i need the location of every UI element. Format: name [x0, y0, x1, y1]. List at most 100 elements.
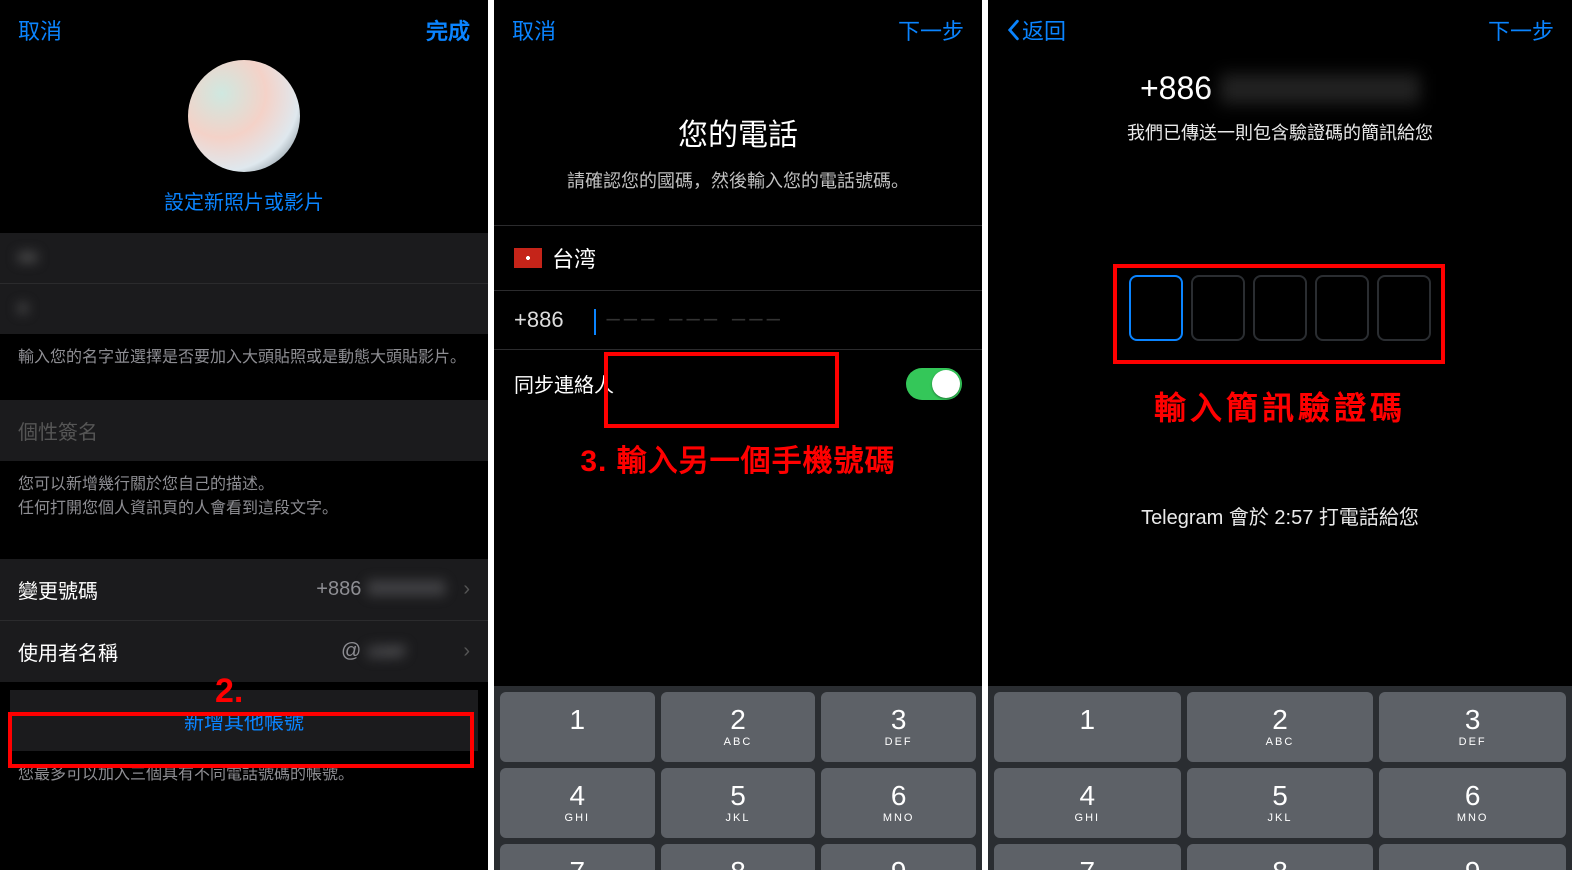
key-number: 4 [1080, 782, 1096, 810]
screen-phone-entry: 取消 下一步 您的電話 請確認您的國碼，然後輸入您的電話號碼。 台湾 +886 … [494, 0, 982, 870]
key-number: 9 [1465, 858, 1481, 870]
text-cursor [594, 309, 596, 335]
keypad-4[interactable]: 4 GHI [994, 768, 1181, 838]
chevron-left-icon [1006, 19, 1020, 41]
country-selector[interactable]: 台湾 [494, 225, 982, 291]
keypad-3[interactable]: 3 DEF [821, 692, 976, 762]
phone-prefix: +886 [1140, 70, 1212, 107]
phone-input[interactable]: ––– ––– ––– [594, 305, 962, 335]
phone-display: +886 [988, 70, 1572, 107]
sync-label: 同步連絡人 [514, 369, 614, 398]
page-title: 您的電話 [494, 110, 982, 154]
key-number: 3 [891, 706, 907, 734]
change-number-value: +8860000000 › [316, 578, 470, 601]
nav-bar: 取消 完成 [0, 0, 488, 60]
keypad-6[interactable]: 6MNO [821, 768, 976, 838]
name-hint: 輸入您的名字並選擇是否要加入大頭貼照或是動態大頭貼影片。 [0, 334, 488, 382]
username-value: @user › [341, 640, 470, 663]
key-letters: MNO [1457, 812, 1489, 824]
name-group: ■■ ■ [0, 233, 488, 334]
nav-bar: 返回 下一步 [988, 0, 1572, 60]
nav-bar: 取消 下一步 [494, 0, 982, 60]
bio-group: 個性簽名 [0, 400, 488, 461]
keypad-9[interactable]: 9WXYZ [1379, 844, 1566, 870]
keypad-8[interactable]: 8TUV [1187, 844, 1374, 870]
key-number: 9 [891, 858, 907, 870]
telegram-call-text: Telegram 會於 2:57 打電話給您 [988, 501, 1572, 530]
key-letters: GHI [1075, 812, 1101, 824]
keypad-2[interactable]: 2 ABC [1187, 692, 1374, 762]
code-digit-5[interactable] [1377, 275, 1431, 341]
last-name-field[interactable]: ■ [0, 283, 488, 334]
keypad-1[interactable]: 1 [500, 692, 655, 762]
key-number: 7 [1080, 858, 1096, 870]
key-number: 5 [730, 782, 746, 810]
key-number: 3 [1465, 706, 1481, 734]
done-button[interactable]: 完成 [426, 14, 470, 46]
set-photo-button[interactable]: 設定新照片或影片 [164, 186, 324, 215]
keypad-9[interactable]: 9WXYZ [821, 844, 976, 870]
chevron-right-icon: › [463, 578, 470, 601]
last-name-value: ■ [18, 300, 28, 318]
key-letters: GHI [565, 812, 591, 824]
key-number: 6 [891, 782, 907, 810]
code-digit-1[interactable] [1129, 275, 1183, 341]
key-number: 8 [1272, 858, 1288, 870]
annotation-step-2: 2. [215, 672, 243, 711]
avatar-section: 設定新照片或影片 [0, 60, 488, 215]
change-number-row[interactable]: 變更號碼 +8860000000 › [0, 559, 488, 620]
key-letters: DEF [885, 736, 913, 748]
first-name-field[interactable]: ■■ [0, 233, 488, 283]
cancel-button[interactable]: 取消 [512, 14, 556, 46]
keypad-1[interactable]: 1 [994, 692, 1181, 762]
phone-placeholder: ––– ––– ––– [606, 305, 783, 332]
keypad-2[interactable]: 2 ABC [661, 692, 816, 762]
phone-redacted [1220, 74, 1420, 104]
annotation-step-3: 3. 輸入另一個手機號碼 [494, 436, 982, 480]
username-label: 使用者名稱 [18, 637, 118, 666]
add-account-button[interactable]: 新增其他帳號 [10, 690, 478, 751]
keypad-4[interactable]: 4 GHI [500, 768, 655, 838]
taiwan-flag-icon [514, 248, 542, 268]
phone-row: +886 ––– ––– ––– [494, 291, 982, 350]
key-number: 8 [730, 858, 746, 870]
username-row[interactable]: 使用者名稱 @user › [0, 620, 488, 682]
code-digit-3[interactable] [1253, 275, 1307, 341]
code-input-group[interactable] [988, 275, 1572, 341]
avatar-image[interactable] [188, 60, 300, 172]
add-account-hint: 您最多可以加入三個具有不同電話號碼的帳號。 [0, 751, 488, 799]
key-number: 1 [1080, 706, 1096, 734]
key-number: 6 [1465, 782, 1481, 810]
change-number-label: 變更號碼 [18, 575, 98, 604]
key-number: 2 [1272, 706, 1288, 734]
country-name: 台湾 [552, 242, 596, 274]
key-number: 4 [570, 782, 586, 810]
back-button[interactable]: 返回 [1006, 14, 1066, 46]
key-letters: ABC [724, 736, 753, 748]
keypad-3[interactable]: 3 DEF [1379, 692, 1566, 762]
keypad-6[interactable]: 6 MNO [1379, 768, 1566, 838]
key-number: 7 [570, 858, 586, 870]
screen-code-entry: 返回 下一步 +886 我們已傳送一則包含驗證碼的簡訊給您 輸入簡訊驗證碼 Te… [988, 0, 1572, 870]
key-number: 2 [730, 706, 746, 734]
sync-toggle[interactable] [906, 368, 962, 400]
country-code: +886 [514, 307, 594, 333]
keypad-7[interactable]: 7PQRS [994, 844, 1181, 870]
code-digit-2[interactable] [1191, 275, 1245, 341]
key-letters: ABC [1266, 736, 1295, 748]
bio-field[interactable]: 個性簽名 [0, 400, 488, 461]
next-button[interactable]: 下一步 [898, 14, 964, 46]
cancel-button[interactable]: 取消 [18, 14, 62, 46]
key-number: 5 [1272, 782, 1288, 810]
screen-account-settings: 取消 完成 設定新照片或影片 ■■ ■ 輸入您的名字並選擇是否要加入大頭貼照或是… [0, 0, 488, 870]
keypad-5[interactable]: 5JKL [661, 768, 816, 838]
keypad-7[interactable]: 7PQRS [500, 844, 655, 870]
keypad-5[interactable]: 5JKL [1187, 768, 1374, 838]
bio-hint: 您可以新增幾行關於您自己的描述。 任何打開您個人資訊頁的人會看到這段文字。 [0, 461, 488, 533]
phone-username-group: 變更號碼 +8860000000 › 使用者名稱 @user › [0, 559, 488, 682]
keypad-8[interactable]: 8TUV [661, 844, 816, 870]
key-letters: DEF [1459, 736, 1487, 748]
first-name-value: ■■ [18, 249, 37, 267]
next-button[interactable]: 下一步 [1488, 14, 1554, 46]
code-digit-4[interactable] [1315, 275, 1369, 341]
